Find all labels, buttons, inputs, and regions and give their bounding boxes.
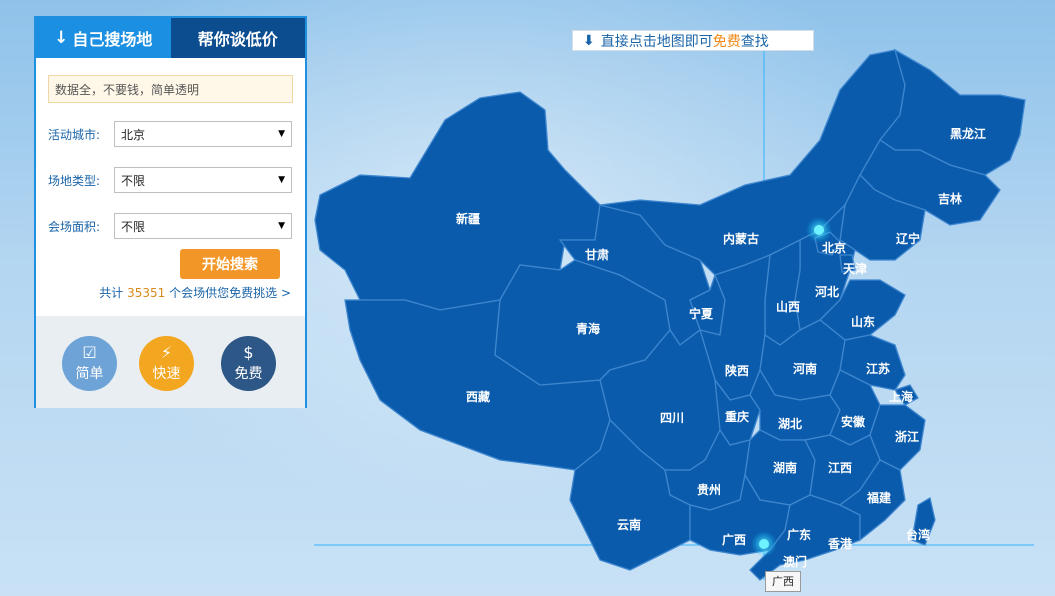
- label-chongqing[interactable]: 重庆: [725, 409, 749, 424]
- caret-down-icon: ▼: [278, 175, 285, 185]
- tab-self-search[interactable]: ↓ 自己搜场地: [36, 18, 171, 58]
- type-label: 场地类型:: [48, 173, 101, 188]
- label-hubei[interactable]: 湖北: [778, 416, 802, 431]
- caret-down-icon: ▼: [278, 129, 285, 139]
- count-suffix: 个会场供您免费挑选 >: [169, 286, 291, 300]
- label-tianjin[interactable]: 天津: [843, 261, 867, 276]
- down-arrow-icon: ⬇: [583, 32, 595, 49]
- city-value: 北京: [121, 127, 146, 142]
- label-jiangxi[interactable]: 江西: [828, 460, 852, 475]
- tab-self-search-label: 自己搜场地: [72, 30, 153, 49]
- label-sichuan[interactable]: 四川: [660, 411, 684, 425]
- caret-down-icon: ▼: [278, 221, 285, 231]
- label-xinjiang[interactable]: 新疆: [456, 211, 480, 226]
- label-guangdong[interactable]: 广东: [787, 527, 811, 542]
- label-zhejiang[interactable]: 浙江: [895, 429, 919, 444]
- feature-badges: ☑ 简单 ⚡ 快速 $ 免费: [36, 316, 305, 408]
- area-select[interactable]: 不限 ▼: [114, 213, 292, 239]
- city-row: 活动城市: 北京 ▼: [48, 121, 292, 147]
- map-tooltip: 广西: [765, 571, 801, 592]
- feature-simple-label: 简单: [75, 366, 104, 382]
- label-aomen[interactable]: 澳门: [783, 554, 807, 569]
- label-shanxi[interactable]: 山西: [776, 299, 800, 314]
- city-select[interactable]: 北京 ▼: [114, 121, 292, 147]
- area-row: 会场面积: 不限 ▼: [48, 213, 292, 239]
- label-shaanxi[interactable]: 陕西: [725, 363, 749, 378]
- label-fujian[interactable]: 福建: [866, 490, 892, 505]
- down-arrow-icon: ↓: [54, 28, 69, 48]
- label-xizang[interactable]: 西藏: [466, 389, 490, 404]
- label-hunan[interactable]: 湖南: [773, 460, 797, 475]
- panel-tabs: ↓ 自己搜场地 帮你谈低价: [36, 18, 305, 58]
- label-gansu[interactable]: 甘肃: [585, 247, 609, 262]
- count-number: 35351: [127, 286, 166, 300]
- count-prefix: 共计: [99, 286, 124, 300]
- city-label: 活动城市:: [48, 127, 101, 142]
- type-select[interactable]: 不限 ▼: [114, 167, 292, 193]
- marker-beijing[interactable]: [806, 217, 832, 243]
- start-search-button[interactable]: 开始搜索: [180, 249, 280, 279]
- type-row: 场地类型: 不限 ▼: [48, 167, 292, 193]
- tip-text-end: 查找: [740, 33, 769, 50]
- label-ningxia[interactable]: 宁夏: [689, 306, 714, 321]
- tab-negotiate-price-label: 帮你谈低价: [197, 30, 278, 49]
- label-shandong[interactable]: 山东: [851, 314, 875, 329]
- checklist-icon: ☑: [82, 343, 97, 362]
- label-taiwan[interactable]: 台湾: [906, 527, 930, 542]
- feature-fast-label: 快速: [152, 366, 181, 382]
- panel-hint: 数据全，不要钱，简单透明: [48, 75, 293, 103]
- label-neimenggu[interactable]: 内蒙古: [723, 231, 759, 246]
- label-xianggang[interactable]: 香港: [827, 536, 853, 551]
- marker-guangxi[interactable]: [751, 531, 777, 557]
- venue-search-panel: ↓ 自己搜场地 帮你谈低价 数据全，不要钱，简单透明 活动城市: 北京 ▼ 场地…: [34, 16, 307, 408]
- area-label: 会场面积:: [48, 219, 101, 234]
- label-shanghai[interactable]: 上海: [889, 389, 913, 404]
- venue-count-link[interactable]: 共计 35351 个会场供您免费挑选 >: [36, 284, 291, 301]
- label-hebei[interactable]: 河北: [814, 284, 839, 299]
- feature-simple: ☑ 简单: [62, 336, 117, 391]
- label-guizhou[interactable]: 贵州: [697, 482, 721, 497]
- feature-fast: ⚡ 快速: [139, 336, 194, 391]
- label-guangxi[interactable]: 广西: [722, 532, 746, 547]
- label-qinghai[interactable]: 青海: [576, 321, 600, 336]
- tab-negotiate-price[interactable]: 帮你谈低价: [170, 18, 305, 58]
- label-yunnan[interactable]: 云南: [617, 517, 641, 532]
- feature-free-label: 免费: [234, 366, 263, 382]
- label-henan[interactable]: 河南: [792, 361, 817, 376]
- lightning-icon: ⚡: [160, 343, 173, 362]
- label-anhui[interactable]: 安徽: [841, 414, 866, 429]
- label-beijing[interactable]: 北京: [822, 240, 846, 255]
- money-bag-icon: $: [243, 343, 254, 362]
- tip-highlight: 免费: [712, 33, 741, 50]
- area-value: 不限: [121, 219, 146, 234]
- label-jiangsu[interactable]: 江苏: [866, 361, 890, 376]
- feature-free: $ 免费: [221, 336, 276, 391]
- label-heilongjiang[interactable]: 黑龙江: [950, 126, 986, 141]
- tip-text: 直接点击地图即可: [600, 33, 713, 50]
- type-value: 不限: [121, 173, 146, 188]
- label-liaoning[interactable]: 辽宁: [896, 231, 920, 246]
- label-jilin[interactable]: 吉林: [938, 191, 962, 206]
- map-instruction-tip: ⬇ 直接点击地图即可 免费 查找: [572, 30, 814, 51]
